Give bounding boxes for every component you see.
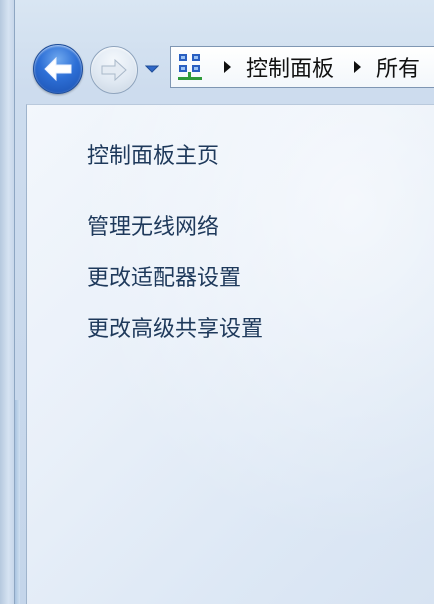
back-button[interactable] [33, 44, 83, 94]
breadcrumb-separator-icon[interactable] [222, 60, 232, 74]
navigation-bar: 控制面板 所有 [20, 36, 434, 98]
breadcrumb-all-items[interactable]: 所有 [376, 51, 420, 83]
window-left-glow [15, 400, 20, 604]
address-bar[interactable]: 控制面板 所有 [170, 46, 434, 88]
forward-button[interactable] [90, 46, 138, 94]
breadcrumb-control-panel[interactable]: 控制面板 [246, 51, 334, 83]
chevron-down-icon [145, 65, 159, 73]
change-adapter-settings-link[interactable]: 更改适配器设置 [87, 260, 241, 292]
window-left-border [0, 0, 15, 604]
breadcrumb-separator-icon[interactable] [352, 60, 362, 74]
change-advanced-sharing-link[interactable]: 更改高级共享设置 [87, 311, 263, 343]
task-pane: 控制面板主页 管理无线网络 更改适配器设置 更改高级共享设置 [26, 104, 434, 604]
recent-pages-dropdown[interactable] [144, 62, 160, 76]
network-icon [178, 54, 202, 80]
control-panel-home-link[interactable]: 控制面板主页 [87, 138, 219, 170]
forward-arrow-icon [101, 58, 127, 82]
back-arrow-icon [44, 56, 72, 82]
manage-wireless-networks-link[interactable]: 管理无线网络 [87, 209, 219, 241]
window-frame: 控制面板 所有 控制面板主页 管理无线网络 更改适配器设置 更改高级共享设置 [0, 0, 434, 604]
